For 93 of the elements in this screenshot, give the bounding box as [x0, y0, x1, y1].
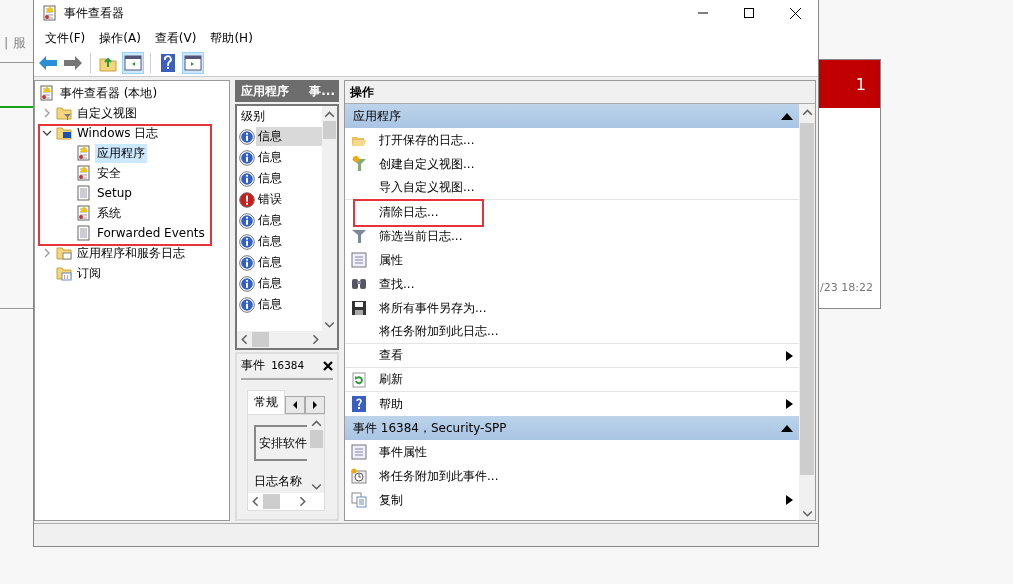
event-log-icon — [76, 145, 92, 161]
action-item[interactable]: 刷新 — [379, 371, 793, 388]
tree-item[interactable]: 应用程序 — [95, 143, 147, 163]
background-tab-label: | 服 — [4, 34, 26, 52]
action-item[interactable]: 查找... — [379, 275, 793, 293]
menu-item[interactable]: 查看(V) — [147, 26, 204, 50]
scrollbar-thumb[interactable] — [263, 494, 280, 509]
text-field[interactable]: 安排软件 — [254, 425, 307, 461]
tree-item[interactable]: 事件查看器 (本地) — [58, 83, 160, 103]
log-icon — [76, 185, 92, 201]
properties-icon — [351, 252, 367, 268]
event-level[interactable]: 信息 — [256, 211, 322, 230]
actions-title: 操作 — [350, 83, 374, 101]
folder-calendar-icon — [56, 265, 72, 281]
tree-item[interactable]: Setup — [95, 185, 134, 201]
event-level[interactable]: 信息 — [256, 169, 322, 188]
collapse-arrow-icon[interactable] — [781, 112, 793, 120]
section-header[interactable]: 事件 16384，Security-SPP — [345, 416, 799, 440]
action-item[interactable]: 帮助 — [379, 395, 786, 413]
filter-icon — [351, 228, 367, 244]
scrollbar[interactable] — [309, 415, 324, 493]
left-triangle-icon — [292, 401, 298, 409]
event-level[interactable]: 信息 — [256, 274, 322, 293]
close-icon — [789, 7, 801, 19]
help-icon — [351, 396, 367, 412]
action-pane-button[interactable] — [182, 52, 204, 74]
action-item[interactable]: 导入自定义视图... — [379, 179, 793, 196]
action-item[interactable]: 将任务附加到此事件... — [379, 467, 793, 485]
tree-item[interactable]: 订阅 — [75, 263, 103, 283]
tab-right-button[interactable] — [305, 396, 325, 414]
tree-item[interactable]: 自定义视图 — [75, 103, 139, 123]
window-title: 事件查看器 — [64, 4, 125, 22]
event-level[interactable]: 信息 — [256, 253, 322, 272]
scrollbar[interactable] — [799, 104, 815, 520]
scrollbar-thumb[interactable] — [310, 430, 323, 448]
timestamp: /23 18:22 — [820, 281, 874, 294]
scrollbar-thumb[interactable] — [800, 123, 814, 475]
menu-item[interactable]: 文件(F) — [38, 26, 93, 50]
tab-left-button[interactable] — [285, 396, 305, 414]
section-title: 事件 16384，Security-SPP — [353, 419, 507, 437]
action-item[interactable]: 复制 — [379, 491, 786, 509]
action-item[interactable]: 将任务附加到此日志... — [379, 323, 793, 340]
binoculars-icon — [351, 276, 367, 292]
filter-icon — [351, 156, 367, 172]
menu-item[interactable]: 帮助(H) — [203, 26, 260, 50]
tree-item[interactable]: Windows 日志 — [75, 123, 161, 143]
event-level[interactable]: 信息 — [256, 295, 322, 314]
properties-icon — [351, 444, 367, 460]
close-icon[interactable] — [323, 360, 333, 371]
menu-item[interactable]: 操作(A) — [92, 26, 148, 50]
log-icon — [76, 225, 92, 241]
scrollbar-thumb[interactable] — [323, 121, 336, 139]
scrollbar-thumb[interactable] — [252, 332, 269, 347]
tree-item[interactable]: Forwarded Events — [95, 225, 207, 241]
pane-title: 事... — [309, 82, 335, 100]
folder-filter-icon — [56, 105, 72, 121]
folder-icon — [56, 245, 72, 261]
collapse-arrow-icon[interactable] — [781, 424, 793, 432]
event-log-icon — [76, 205, 92, 221]
event-level[interactable]: 信息 — [256, 232, 322, 251]
event-number: 16384 — [271, 359, 306, 372]
column-header[interactable]: 级别 — [241, 107, 265, 125]
copy-icon — [351, 492, 367, 508]
refresh-icon — [351, 371, 367, 388]
tree-item[interactable]: 系统 — [95, 203, 123, 223]
action-item[interactable]: 查看 — [379, 347, 786, 364]
general-tab[interactable]: 常规 — [247, 390, 285, 414]
event-level[interactable]: 信息 — [256, 148, 322, 167]
action-item[interactable]: 筛选当前日志... — [379, 227, 793, 245]
section-title: 应用程序 — [353, 107, 401, 125]
event-level[interactable]: 错误 — [256, 190, 322, 209]
action-item[interactable]: 事件属性 — [379, 443, 793, 461]
clock-icon — [351, 468, 367, 484]
action-item[interactable]: 将所有事件另存为... — [379, 299, 793, 317]
folder-computer-icon — [56, 125, 72, 141]
action-item[interactable]: 清除日志... — [379, 203, 793, 221]
action-item[interactable]: 创建自定义视图... — [379, 155, 793, 173]
tree-item[interactable]: 应用程序和服务日志 — [75, 243, 187, 263]
event-log-icon — [42, 5, 58, 21]
maximize-icon — [744, 8, 754, 18]
event-level[interactable]: 信息 — [256, 127, 322, 146]
event-log-icon — [76, 165, 92, 181]
console-tree-button[interactable] — [122, 52, 144, 74]
pane-title: 应用程序 — [241, 82, 289, 100]
action-item[interactable]: 属性 — [379, 251, 793, 269]
event-log-icon — [39, 85, 55, 101]
preview-title: 事件 — [241, 357, 265, 374]
count-label: 1 — [855, 74, 866, 94]
right-triangle-icon — [312, 401, 318, 409]
section-header[interactable]: 应用程序 — [345, 104, 799, 128]
action-item[interactable]: 打开保存的日志... — [379, 131, 793, 149]
tree-item[interactable]: 安全 — [95, 163, 123, 183]
field-label: 日志名称 — [254, 473, 303, 490]
